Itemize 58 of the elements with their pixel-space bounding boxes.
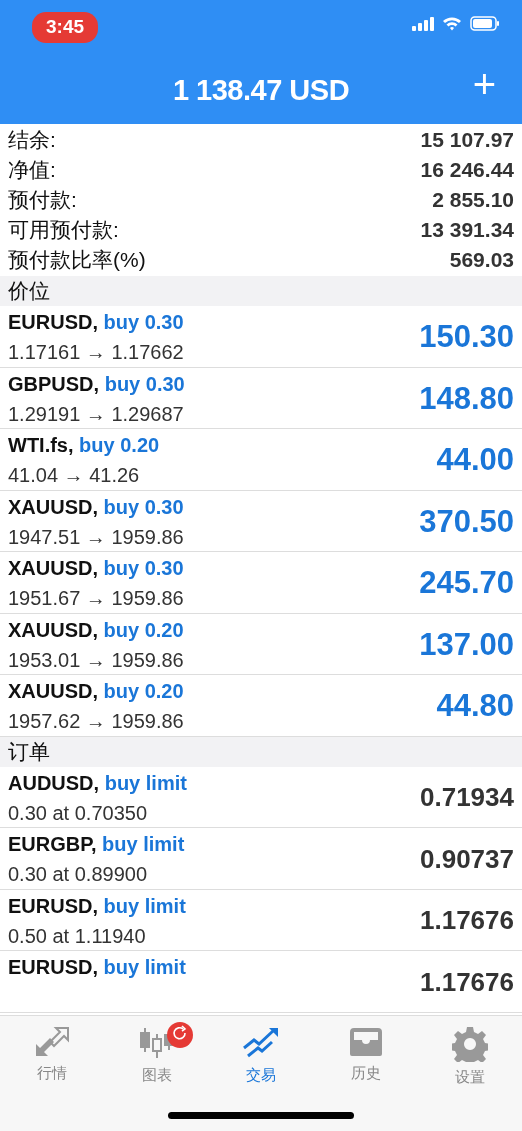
summary-value: 16 246.44 xyxy=(420,157,514,184)
summary-value: 2 855.10 xyxy=(432,187,514,214)
trade-detail: 1957.62 → 1959.86 xyxy=(8,709,184,735)
trade-title: XAUUSD, buy 0.20 xyxy=(8,617,184,643)
add-button[interactable]: + xyxy=(468,64,500,104)
trade-detail: 0.50 at 1.11940 xyxy=(8,923,147,949)
trade-title: GBPUSD, buy 0.30 xyxy=(8,371,185,397)
price-value: 0.71934 xyxy=(420,781,514,815)
section-header: 价位 xyxy=(0,276,522,306)
trade-detail: 1947.51 → 1959.86 xyxy=(8,524,184,550)
profit-value: 44.00 xyxy=(436,441,514,479)
trade-title: EURUSD, buy 0.30 xyxy=(8,310,184,336)
summary-value: 569.03 xyxy=(449,247,514,274)
summary-label: 结余: xyxy=(8,127,56,154)
status-time: 3:45 xyxy=(32,12,99,43)
section-header: 订单 xyxy=(0,736,522,767)
trade-title: EURGBP, buy limit xyxy=(8,832,185,858)
arrows-icon xyxy=(34,1026,70,1058)
trade-detail: 1.29191 → 1.29687 xyxy=(8,401,185,427)
profit-value: 44.80 xyxy=(436,687,514,725)
profit-value: 150.30 xyxy=(419,318,514,356)
trade-detail: 1.17161 → 1.17662 xyxy=(8,340,184,366)
profit-value: 148.80 xyxy=(419,379,514,418)
signal-icon xyxy=(412,16,434,31)
inbox-icon xyxy=(347,1026,384,1058)
price-value: 1.17676 xyxy=(420,965,514,999)
profit-value: 137.00 xyxy=(419,625,514,664)
settings-icon xyxy=(452,1026,488,1062)
trade-title: EURUSD, buy limit xyxy=(8,893,186,919)
trade-detail: 1951.67 → 1959.86 xyxy=(8,586,184,612)
trade-detail: 1953.01 → 1959.86 xyxy=(8,647,184,673)
trade-detail: 0.30 at 0.70350 xyxy=(8,800,148,826)
summary-value: 15 107.97 xyxy=(420,127,514,154)
summary-value: 13 391.34 xyxy=(420,217,514,244)
wifi-icon xyxy=(442,16,462,31)
summary-label: 可用预付款: xyxy=(8,217,119,244)
battery-icon xyxy=(470,16,500,31)
tab-item[interactable]: 设置 xyxy=(418,1016,522,1131)
summary-label: 预付款: xyxy=(8,187,77,214)
trade-detail: 41.04 → 41.26 xyxy=(8,463,141,489)
trend-icon xyxy=(242,1026,280,1060)
price-value: 1.17676 xyxy=(420,904,514,938)
profit-value: 370.50 xyxy=(419,502,514,541)
summary-label: 净值: xyxy=(8,157,56,184)
price-value: 0.90737 xyxy=(420,842,514,876)
summary-label: 预付款比率(%) xyxy=(8,247,146,274)
trade-title: XAUUSD, buy 0.30 xyxy=(8,556,184,582)
trade-title: WTI.fs, buy 0.20 xyxy=(8,433,160,459)
tab-item[interactable]: 行情 xyxy=(0,1016,104,1131)
trade-detail: 0.30 at 0.89900 xyxy=(8,862,148,888)
trade-title: XAUUSD, buy 0.20 xyxy=(8,679,184,705)
tab-item[interactable]: 历史 xyxy=(313,1016,418,1131)
trade-title: XAUUSD, buy 0.30 xyxy=(8,494,184,520)
profit-value: 245.70 xyxy=(419,564,514,602)
balance-title: 1 138.47 USD xyxy=(172,73,350,109)
tab-item[interactable]: 交易 xyxy=(209,1016,313,1131)
trade-title: AUDUSD, buy limit xyxy=(8,770,187,796)
trade-title: EURUSD, buy limit xyxy=(8,955,186,981)
